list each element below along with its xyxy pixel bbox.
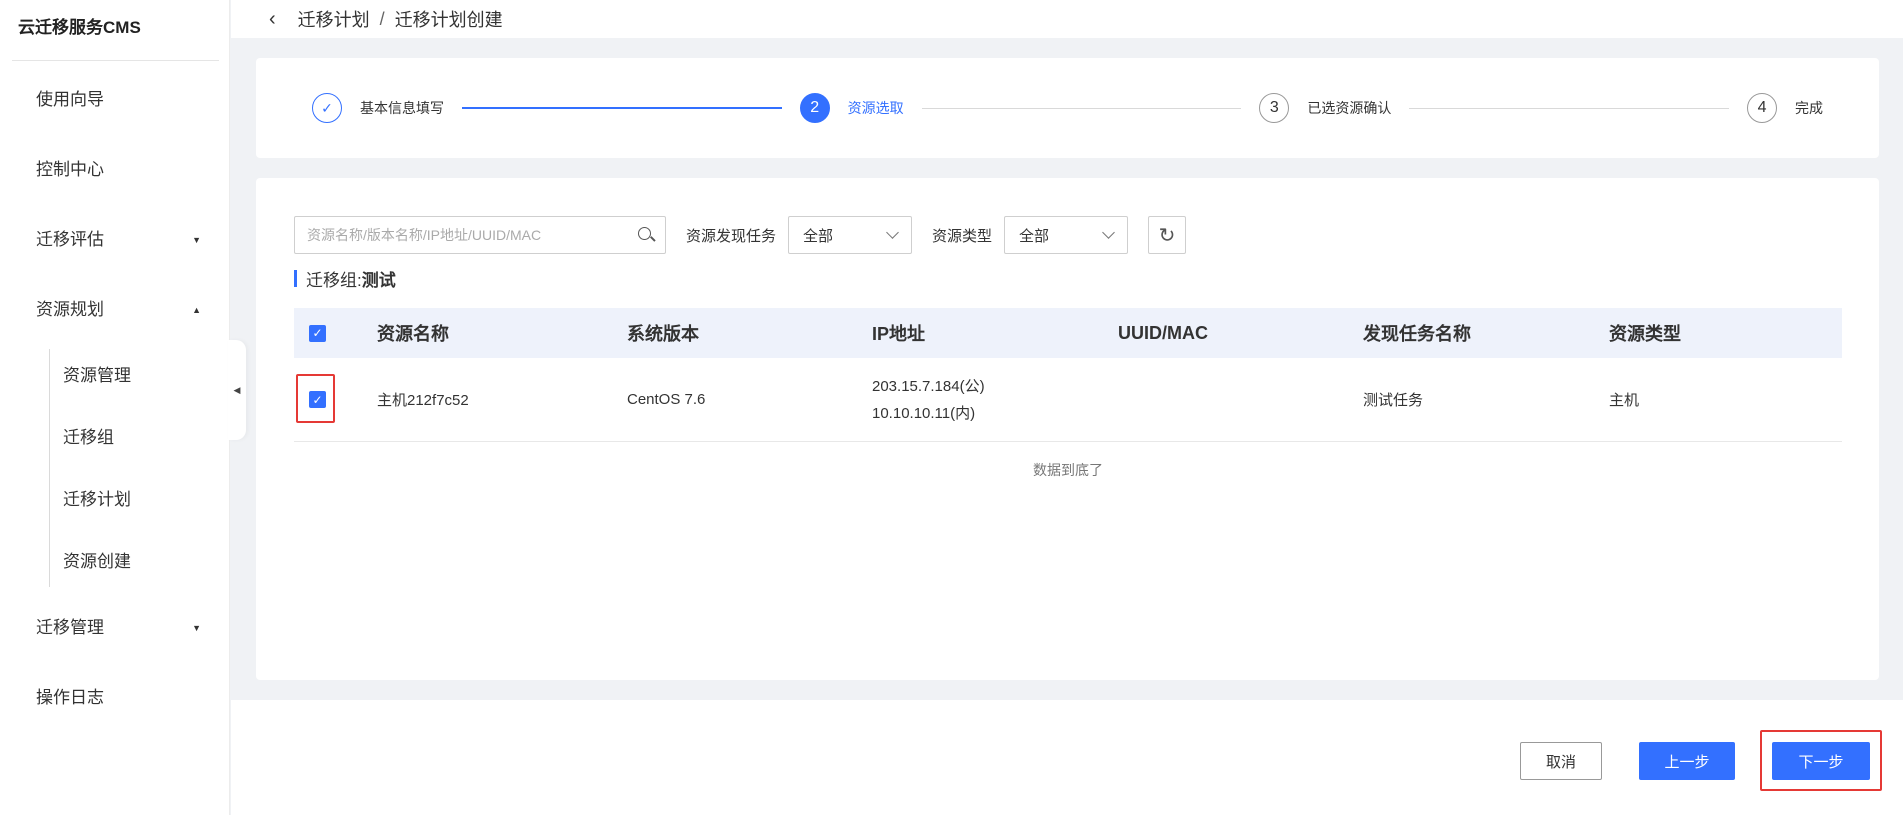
search-icon[interactable] [637,226,655,244]
resource-planning-submenu: 资源管理 迁移组 迁移计划 资源创建 [49,345,229,593]
sidebar-item-operation-log[interactable]: 操作日志 [0,663,229,733]
discovery-task-select[interactable]: 全部 [788,216,913,254]
cell-os-version: CentOS 7.6 [627,391,706,408]
table-row[interactable]: ✓ 主机212f7c52 CentOS 7.6 203.15.7.184(公) … [294,358,1842,442]
cell-resource-type: 主机 [1609,392,1640,409]
end-of-data-hint: 数据到底了 [1033,462,1103,478]
cell-resource-name: 主机212f7c52 [377,392,469,409]
resource-type-select[interactable]: 全部 [1004,216,1129,254]
sidebar-item-label: 迁移评估 [36,230,104,249]
filter-toolbar: 资源发现任务 全部 资源类型 全部 ↻ [294,216,1187,254]
header-task-name: 发现任务名称 [1363,324,1471,344]
step-complete: 4 完成 [1747,93,1823,123]
chevron-down-icon [1102,226,1115,239]
group-name: 测试 [361,270,396,290]
ip-private: 10.10.10.11(内) [872,404,976,422]
steps-bar: ✓ 基本信息填写 2 资源选取 3 已选资源确认 4 完成 [256,58,1879,158]
sidebar-subitem-migration-group[interactable]: 迁移组 [49,407,229,469]
cell-ip-address: 203.15.7.184(公) 10.10.10.11(内) [872,373,1118,427]
cell-task-name: 测试任务 [1363,392,1424,409]
step-number: 2 [799,93,830,123]
step-connector [921,107,1242,109]
breadcrumb-current: 迁移计划创建 [394,10,503,30]
sidebar-item-label: 资源规划 [36,300,104,319]
caret-down-icon: ▼ [192,623,201,633]
sidebar: 云迁移服务CMS 使用向导 控制中心 迁移评估 ▼ 资源规划 ▲ 资源管理 迁移… [0,0,230,815]
cancel-button[interactable]: 取消 [1520,742,1602,780]
step-basic-info: ✓ 基本信息填写 [312,93,444,123]
header-resource-type: 资源类型 [1609,324,1681,344]
step-connector [462,107,782,109]
resource-selection-panel: 资源发现任务 全部 资源类型 全部 ↻ 迁移组: 测试 ✓ 资源名称 系统版本 … [256,178,1879,680]
next-step-button[interactable]: 下一步 [1772,742,1870,780]
header-resource-name: 资源名称 [377,324,449,344]
sidebar-item-migration-management[interactable]: 迁移管理 ▼ [0,593,229,663]
sidebar-subitem-resource-creation[interactable]: 资源创建 [49,531,229,593]
footer-actions: 取消 上一步 下一步 [231,700,1903,815]
step-label: 基本信息填写 [360,100,444,116]
step-label: 资源选取 [847,100,904,116]
migration-group-title: 迁移组: 测试 [294,268,396,290]
caret-up-icon: ▲ [192,305,201,315]
header-ip-address: IP地址 [872,324,926,344]
sidebar-item-label: 控制中心 [36,160,104,179]
caret-down-icon: ▼ [192,235,201,245]
step-number: 4 [1747,93,1778,123]
sidebar-item-control-center[interactable]: 控制中心 [0,135,229,205]
step-resource-selection: 2 资源选取 [799,93,904,123]
select-value: 全部 [1019,227,1050,245]
sidebar-subitem-resource-management[interactable]: 资源管理 [49,345,229,407]
refresh-icon: ↻ [1158,224,1176,247]
resource-table: ✓ 资源名称 系统版本 IP地址 UUID/MAC 发现任务名称 资源类型 ✓ … [294,308,1842,480]
search-input[interactable] [307,227,637,243]
group-prefix: 迁移组: [306,270,362,290]
sidebar-menu: 使用向导 控制中心 迁移评估 ▼ 资源规划 ▲ 资源管理 迁移组 迁移计划 资源… [0,61,229,733]
sidebar-item-resource-planning[interactable]: 资源规划 ▲ [0,275,229,345]
collapse-left-icon: ◀ [233,384,241,395]
sidebar-item-label: 迁移管理 [36,618,104,637]
chevron-down-icon [886,226,899,239]
step-number: 3 [1259,93,1290,123]
refresh-button[interactable]: ↻ [1148,216,1187,254]
search-box [294,216,666,254]
title-accent-bar [294,269,297,287]
step-label: 完成 [1795,100,1824,116]
step-label: 已选资源确认 [1307,100,1392,116]
breadcrumb: ‹ 迁移计划 / 迁移计划创建 [231,0,1903,38]
header-os-version: 系统版本 [627,324,699,344]
resource-type-label: 资源类型 [932,227,993,245]
sidebar-item-label: 操作日志 [36,688,104,707]
previous-step-button[interactable]: 上一步 [1639,742,1735,780]
ip-public: 203.15.7.184(公) [872,377,985,395]
breadcrumb-separator: / [379,8,385,29]
select-all-checkbox[interactable]: ✓ [309,324,326,342]
sidebar-collapse-button[interactable]: ◀ [228,340,246,440]
row-checkbox[interactable]: ✓ [309,391,326,408]
back-arrow-icon[interactable]: ‹ [269,8,276,31]
sidebar-item-assessment[interactable]: 迁移评估 ▼ [0,205,229,275]
step-resource-confirm: 3 已选资源确认 [1259,93,1391,123]
header-uuid-mac: UUID/MAC [1118,322,1208,343]
app-title: 云迁移服务CMS [18,18,141,37]
sidebar-item-guide[interactable]: 使用向导 [0,65,229,135]
discovery-task-label: 资源发现任务 [686,227,777,245]
sidebar-subitem-migration-plan[interactable]: 迁移计划 [49,469,229,531]
select-value: 全部 [803,227,834,245]
step-connector [1409,107,1730,109]
sidebar-item-label: 使用向导 [36,90,104,109]
breadcrumb-parent[interactable]: 迁移计划 [298,6,370,32]
table-header: ✓ 资源名称 系统版本 IP地址 UUID/MAC 发现任务名称 资源类型 [294,308,1842,358]
check-icon: ✓ [312,93,342,123]
